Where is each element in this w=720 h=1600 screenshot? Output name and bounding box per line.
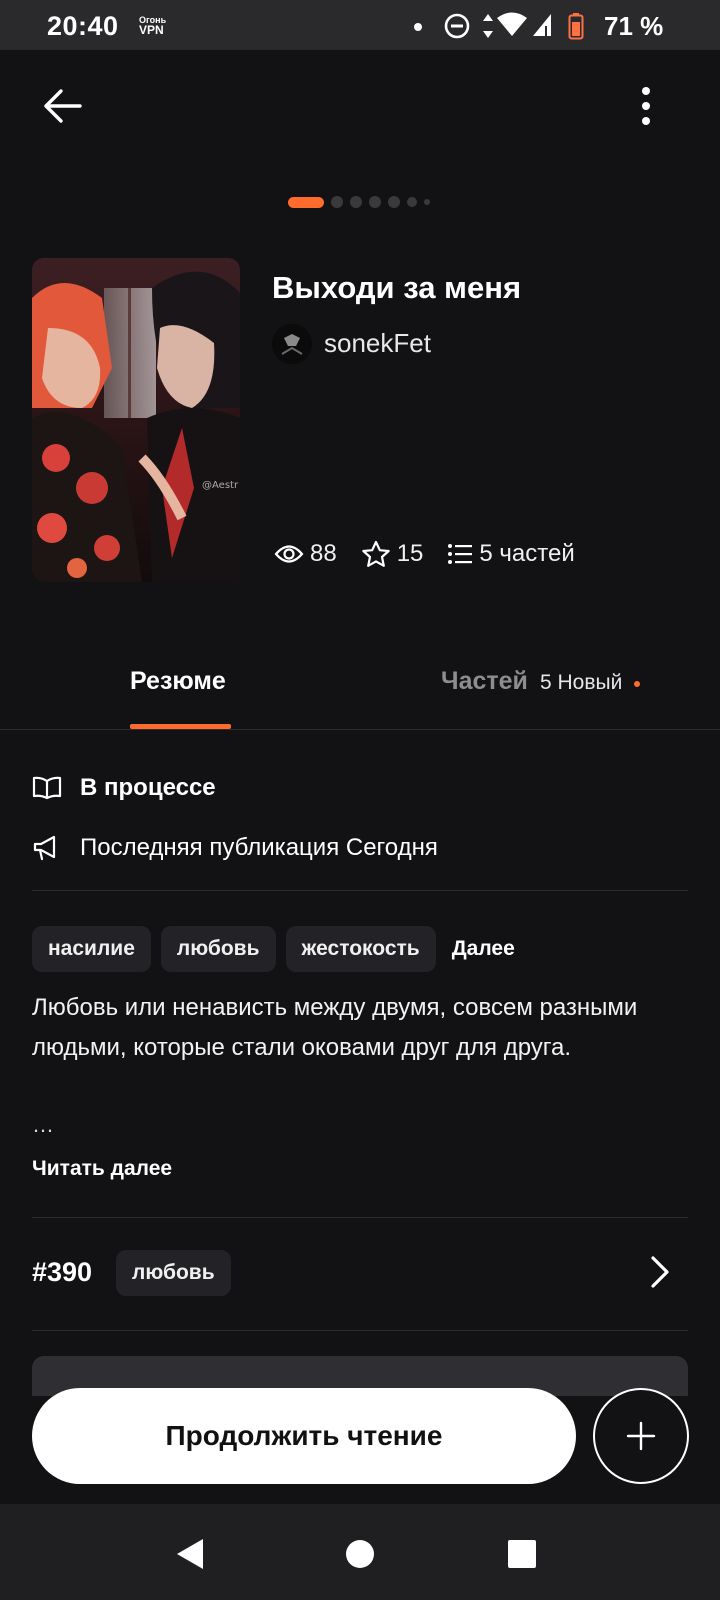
divider [32,890,688,891]
data-arrows-icon [483,14,493,38]
divider [32,1330,688,1331]
story-description: Любовь или ненависть между двумя, совсем… [32,994,638,1061]
read-more-link[interactable]: Читать далее [32,1157,172,1181]
battery-percent: 71 % [604,11,664,41]
circle-home-icon [346,1540,374,1568]
pager-dot[interactable] [388,196,400,208]
continue-reading-button[interactable]: Продолжить чтение [32,1388,576,1484]
tags-more-button[interactable]: Далее [452,937,515,961]
story-status: В процессе [80,774,216,801]
tab-parts-new-count[interactable]: 5 Новый [540,671,622,695]
story-title: Выходи за меня [272,270,522,305]
eye-icon [274,545,304,563]
chevron-right-icon [651,1256,669,1288]
author-name[interactable]: sonekFet [324,328,431,359]
story-tabs: Резюме Частей 5 Новый [0,640,720,730]
more-vertical-icon [642,87,650,125]
avatar-image [272,324,312,364]
nav-back-button[interactable] [168,1532,212,1576]
last-published-row: Последняя публикация Сегодня [32,834,438,862]
tag-chip[interactable]: насилие [32,926,151,972]
pager-dot[interactable] [424,199,430,205]
last-published: Последняя публикация Сегодня [80,834,438,861]
pager-dot[interactable] [350,196,362,208]
system-nav-bar [0,1504,720,1600]
do-not-disturb-icon [444,13,470,39]
back-button[interactable] [38,82,86,130]
pager-dot[interactable] [407,197,417,207]
parts-stat: 5 частей [447,540,575,568]
parts-count: 5 частей [479,540,575,567]
new-indicator-dot [634,681,640,687]
triangle-back-icon [177,1539,203,1569]
tab-parts[interactable]: Частей [441,667,528,696]
pager-dot[interactable] [369,196,381,208]
description-ellipsis: … [32,1112,54,1137]
tag-chip[interactable]: любовь [160,926,276,972]
status-bar: 20:40 Огонь VPN 71 % [0,0,720,50]
list-icon [448,544,473,564]
views-count: 88 [310,540,337,567]
megaphone-icon [32,835,64,861]
star-icon [362,540,390,567]
vpn-label: VPN [139,23,164,37]
nav-home-button[interactable] [338,1532,382,1576]
ranking-tag[interactable]: любовь [116,1250,231,1296]
vpn-indicator: Огонь VPN [139,15,166,37]
tag-list: насилие любовь жестокость Далее [32,926,515,972]
status-row: В процессе [32,774,216,802]
ranking-number[interactable]: #390 [32,1257,92,1288]
plus-icon [626,1421,656,1451]
views-stat: 88 [274,540,337,568]
divider [32,1217,688,1218]
active-tab-indicator [130,724,231,729]
pager-dot[interactable] [331,196,343,208]
pager-dot-active[interactable] [288,196,324,208]
notification-dot-icon [414,23,422,31]
battery-icon [568,13,584,40]
signal-icon [533,14,551,36]
status-time: 20:40 [47,11,119,41]
more-options-button[interactable] [626,82,666,130]
story-stats: 88 15 5 частей [274,540,599,568]
nav-recents-button[interactable] [500,1532,544,1576]
story-cover[interactable]: @Aestr [32,258,240,582]
cover-watermark: @Aestr [202,480,239,491]
votes-stat: 15 [361,540,424,568]
wifi-icon [497,12,527,36]
arrow-left-icon [44,89,82,123]
cover-pager[interactable] [288,196,430,208]
tag-chip[interactable]: жестокость [285,926,436,972]
book-open-icon [32,776,64,800]
cover-image: @Aestr [32,258,240,582]
ranking-chevron-button[interactable] [650,1255,670,1294]
votes-count: 15 [396,540,424,567]
add-to-library-button[interactable] [593,1388,689,1484]
author-avatar[interactable] [272,324,312,364]
tab-summary[interactable]: Резюме [130,667,226,696]
square-recents-icon [508,1540,536,1568]
